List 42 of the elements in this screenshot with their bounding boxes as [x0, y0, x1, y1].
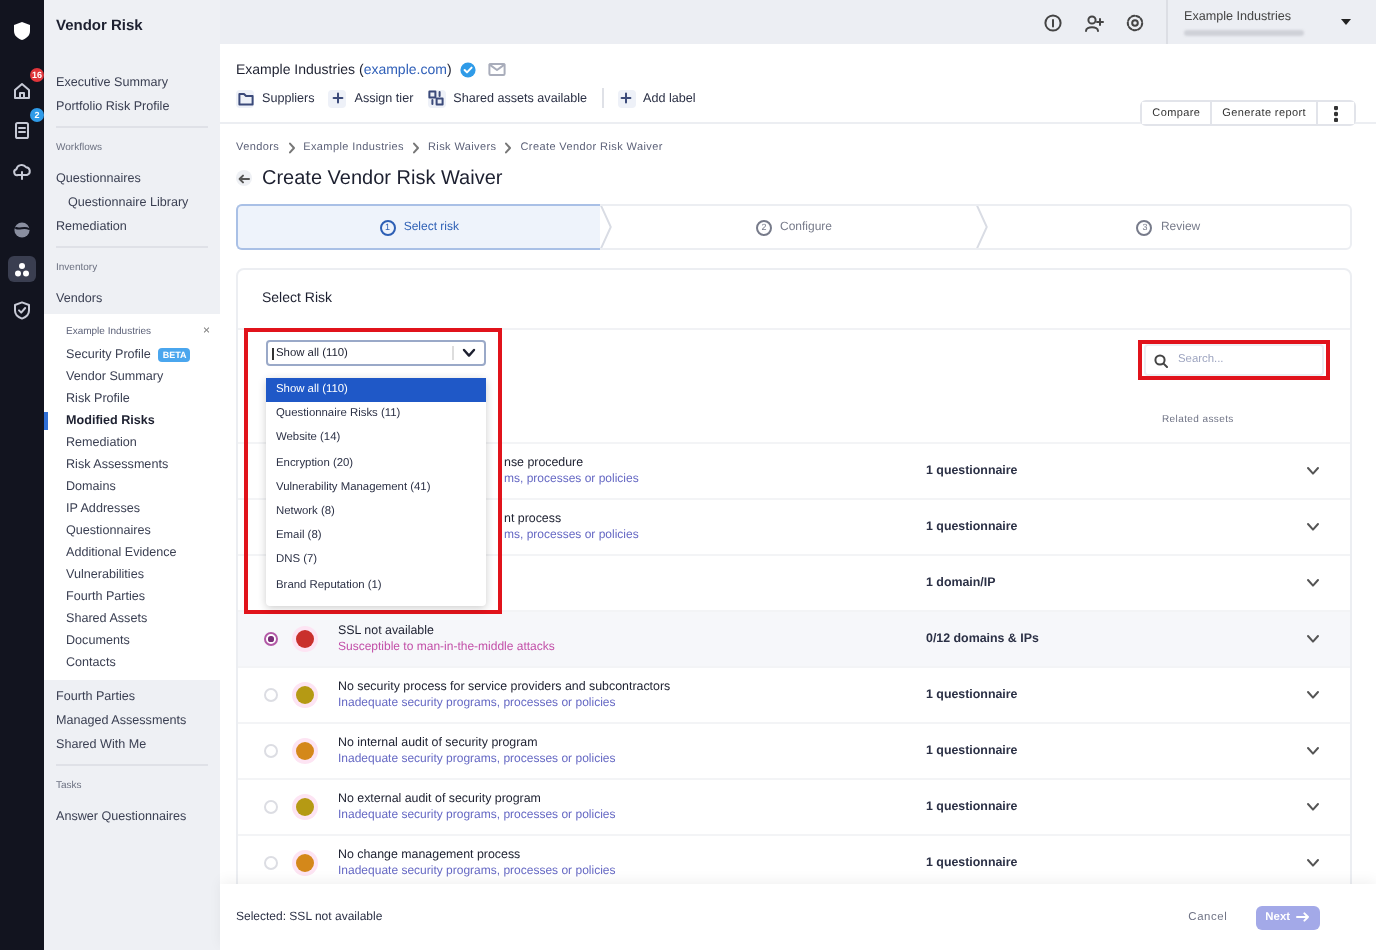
mail-icon [487, 62, 506, 78]
home-icon [12, 79, 32, 99]
chevron-right-icon [504, 142, 513, 154]
folder-icon [237, 91, 253, 105]
cloud-icon [12, 159, 32, 179]
expand-chevron-icon [1306, 746, 1320, 756]
plus-icon [620, 92, 633, 104]
back-button[interactable] [236, 170, 252, 186]
arrow-right-icon [1296, 912, 1310, 922]
step-divider-icon [600, 206, 613, 248]
caret-icon [1340, 18, 1352, 26]
step-divider-icon [975, 206, 988, 248]
shield-check-icon [12, 299, 32, 319]
shared-assets-icon [428, 90, 445, 106]
selection-indicator [44, 412, 48, 430]
rail-button[interactable] [8, 216, 36, 242]
document-icon [12, 119, 32, 139]
shield-logo-icon [12, 19, 32, 39]
expand-chevron-icon [1306, 466, 1320, 476]
expand-chevron-icon [1306, 690, 1320, 700]
chevron-right-icon [411, 142, 420, 154]
settings-icon [1126, 13, 1144, 31]
arrow-left-icon [238, 173, 250, 183]
page-title: Create Vendor Risk Waiver [262, 167, 503, 189]
help-icon [1044, 13, 1062, 31]
globe-icon [12, 219, 32, 239]
expand-chevron-icon [1306, 634, 1320, 644]
radio-button[interactable] [264, 632, 278, 646]
rail-button[interactable] [8, 16, 36, 42]
add-user-icon [1084, 13, 1104, 31]
more-button[interactable] [1318, 102, 1354, 124]
rail-button[interactable] [8, 296, 36, 322]
rail-button[interactable] [8, 256, 36, 282]
vendors-icon [12, 259, 32, 279]
plus-icon [331, 92, 344, 104]
chevron-down-icon [462, 348, 476, 358]
expand-chevron-icon [1306, 578, 1320, 588]
expand-chevron-icon [1306, 858, 1320, 868]
chevron-right-icon [287, 142, 296, 154]
expand-chevron-icon [1306, 522, 1320, 532]
search-icon [1154, 353, 1168, 367]
expand-chevron-icon [1306, 802, 1320, 812]
